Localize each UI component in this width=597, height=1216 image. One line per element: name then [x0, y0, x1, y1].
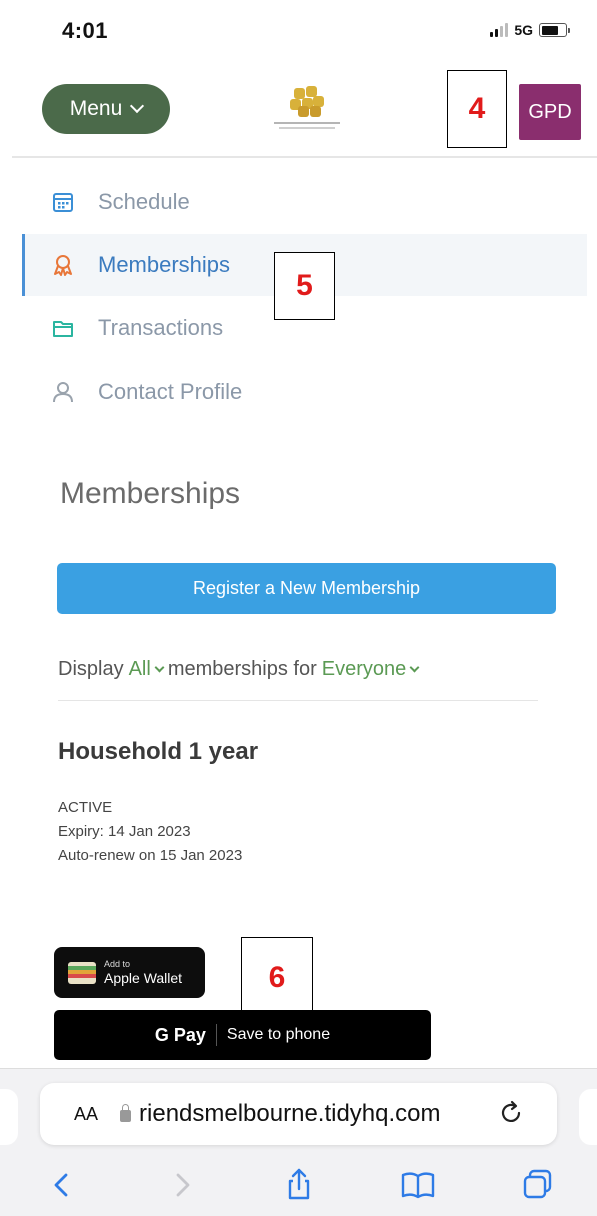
network-label: 5G	[514, 22, 533, 38]
nav-item-label: Memberships	[98, 252, 231, 277]
menu-label: Menu	[69, 97, 123, 120]
menu-button[interactable]: Menu	[42, 84, 170, 134]
wallet-icon	[68, 961, 96, 984]
next-tab-preview[interactable]	[579, 1089, 597, 1145]
person-filter-value: Everyone	[321, 658, 407, 680]
browser-bottom-bar: AA riendsmelbourne.tidyhq.com	[0, 1068, 597, 1216]
nav-item-label: Contact Profile	[98, 379, 243, 404]
award-icon	[52, 254, 74, 276]
status-bar: 4:01 5G	[0, 0, 597, 70]
signal-icon	[490, 23, 509, 37]
person-filter-dropdown[interactable]: Everyone	[321, 658, 420, 681]
membership-title[interactable]: Household 1 year	[58, 738, 258, 766]
nav-item-label: Schedule	[98, 189, 190, 214]
bookmarks-icon[interactable]	[398, 1165, 438, 1205]
reader-settings-button[interactable]: AA	[74, 1104, 98, 1125]
previous-tab-preview[interactable]	[0, 1089, 18, 1145]
annotation-callout-4: 4	[447, 70, 507, 148]
folder-icon	[52, 317, 74, 339]
status-filter-value: All	[128, 658, 151, 680]
membership-status: ACTIVE	[58, 799, 113, 816]
nav-item-transactions[interactable]: Transactions	[22, 297, 587, 359]
user-avatar[interactable]: GPD	[519, 84, 581, 140]
forward-icon[interactable]	[162, 1165, 202, 1205]
add-to-apple-wallet-button[interactable]: Add to Apple Wallet	[54, 947, 205, 998]
membership-auto-renew: Auto-renew on 15 Jan 2023	[58, 847, 243, 864]
address-bar[interactable]: AA riendsmelbourne.tidyhq.com	[40, 1083, 557, 1145]
url-text: riendsmelbourne.tidyhq.com	[139, 1100, 441, 1127]
tabs-icon[interactable]	[518, 1165, 558, 1205]
status-filter-dropdown[interactable]: All	[128, 658, 165, 681]
register-membership-button[interactable]: Register a New Membership	[57, 563, 556, 614]
divider	[58, 700, 538, 701]
battery-icon	[539, 23, 570, 37]
annotation-callout-6: 6	[241, 937, 313, 1019]
header-divider	[12, 156, 597, 158]
chevron-down-icon	[154, 662, 165, 673]
wallet-big-label: Apple Wallet	[104, 970, 183, 986]
display-filter-row: Display All memberships for Everyone	[58, 658, 420, 681]
display-middle: memberships for	[167, 658, 317, 680]
nav-item-schedule[interactable]: Schedule	[22, 171, 587, 233]
google-pay-logo: G Pay	[154, 1024, 206, 1045]
lock-icon	[120, 1104, 132, 1122]
membership-expiry: Expiry: 14 Jan 2023	[58, 823, 191, 840]
display-prefix: Display	[58, 658, 124, 680]
nav-item-label: Transactions	[98, 315, 224, 340]
separator	[215, 1024, 217, 1046]
back-icon[interactable]	[42, 1165, 82, 1205]
organization-logo[interactable]	[272, 86, 342, 136]
page-title: Memberships	[60, 477, 241, 510]
status-indicators: 5G	[490, 22, 570, 38]
nav-item-contact-profile[interactable]: Contact Profile	[22, 361, 587, 423]
google-pay-save-button[interactable]: G Pay Save to phone	[54, 1010, 431, 1060]
gpay-label: Save to phone	[226, 1026, 331, 1043]
chevron-down-icon	[409, 662, 420, 673]
wallet-small-label: Add to	[104, 959, 131, 969]
status-time: 4:01	[62, 18, 109, 43]
reload-icon[interactable]	[495, 1097, 527, 1129]
user-icon	[52, 381, 74, 403]
calendar-icon	[52, 191, 74, 213]
chevron-down-icon	[130, 98, 145, 114]
share-icon[interactable]	[279, 1165, 319, 1205]
browser-toolbar	[0, 1165, 597, 1215]
